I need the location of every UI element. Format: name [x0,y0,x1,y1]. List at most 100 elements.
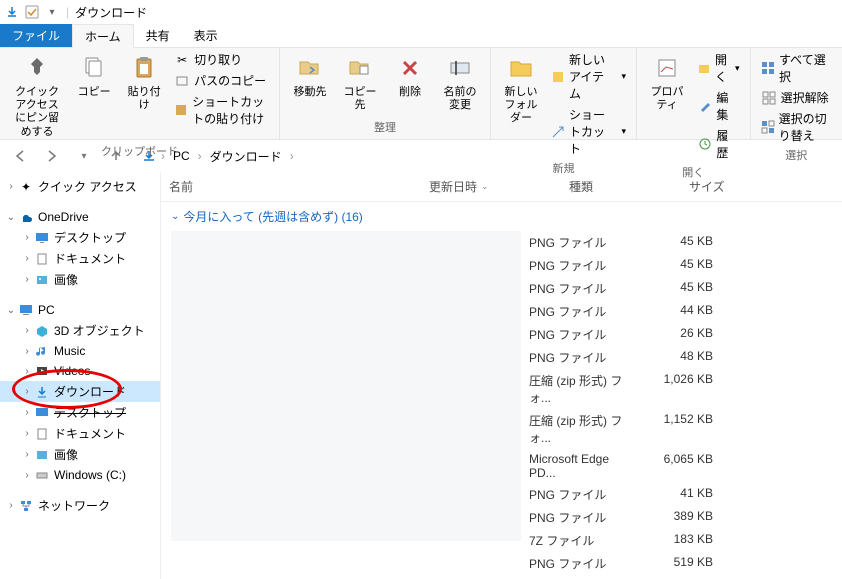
file-row[interactable]: PNG ファイル41 KB [521,483,842,506]
cell-size: 6,065 KB [641,451,721,481]
open-button[interactable]: 開く▾ [693,50,744,86]
tab-view[interactable]: 表示 [182,24,230,47]
col-size[interactable]: サイズ [681,172,761,201]
cell-type: PNG ファイル [521,508,641,527]
sort-desc-icon: ⌄ [481,181,489,192]
selectnone-button[interactable]: 選択解除 [757,88,836,107]
cell-size: 45 KB [641,256,721,275]
main: ›✦クイック アクセス ⌄OneDrive ›デスクトップ ›ドキュメント ›画… [0,172,842,579]
pictures-icon [34,447,50,463]
download-icon [34,384,50,400]
tree-pc[interactable]: ⌄PC [0,300,160,320]
edit-button[interactable]: 編集 [693,88,744,124]
copypath-icon [174,73,190,89]
file-row[interactable]: Microsoft Edge PD...6,065 KB [521,449,842,483]
pasteshortcut-icon [174,102,188,118]
nav-forward-button[interactable] [40,144,64,168]
cell-type: PNG ファイル [521,233,641,252]
crumb-sep[interactable]: › [288,149,296,163]
crumb-sep[interactable]: › [159,149,167,163]
crumb-pc[interactable]: PC [169,147,194,165]
cell-size: 48 KB [641,348,721,367]
col-name[interactable]: 名前 [161,172,421,201]
file-row[interactable]: 7Z ファイル183 KB [521,529,842,552]
file-row[interactable]: 圧縮 (zip 形式) フォ...1,026 KB [521,369,842,409]
tree-desktop2[interactable]: ›デスクトップ [0,402,160,423]
crumb-downloads[interactable]: ダウンロード [206,146,286,167]
cell-type: 圧縮 (zip 形式) フォ... [521,411,641,447]
cut-button[interactable]: ✂切り取り [170,50,273,69]
moveto-icon [294,52,326,84]
paste-button[interactable]: 貼り付け [120,50,168,114]
tree-music[interactable]: ›Music [0,341,160,361]
file-row[interactable]: PNG ファイル389 KB [521,506,842,529]
pin-to-quickaccess-button[interactable]: クイック アクセス にピン留めする [6,50,68,141]
tab-share[interactable]: 共有 [134,24,182,47]
newitem-icon [551,69,565,85]
cell-type: 圧縮 (zip 形式) フォ... [521,371,641,407]
newitem-button[interactable]: 新しいアイテム▾ [547,50,630,103]
delete-button[interactable]: 削除 [386,50,434,101]
rename-button[interactable]: 名前の 変更 [436,50,484,114]
tree-3dobjects[interactable]: ›3D オブジェクト [0,320,160,341]
cell-size: 519 KB [641,554,721,573]
cell-size: 183 KB [641,531,721,550]
ribbon-group-select: すべて選択 選択解除 選択の切り替え 選択 [751,48,842,139]
download-arrow-icon [4,4,20,20]
copy-button[interactable]: コピー [70,50,118,101]
breadcrumb[interactable]: › PC › ダウンロード › [136,143,834,170]
cell-type: 7Z ファイル [521,531,641,550]
file-row[interactable]: PNG ファイル44 KB [521,300,842,323]
nav-up-button[interactable] [104,144,128,168]
tree-cdrive[interactable]: ›Windows (C:) [0,465,160,485]
qat-dropdown-icon[interactable]: ▾ [44,4,60,20]
tab-home[interactable]: ホーム [72,24,134,48]
cell-type: PNG ファイル [521,256,641,275]
qat-checkbox-icon[interactable] [24,4,40,20]
properties-button[interactable]: プロパティ [643,50,691,114]
cell-type: PNG ファイル [521,302,641,321]
thumbnail-area [171,231,521,541]
nav-back-button[interactable] [8,144,32,168]
tab-file[interactable]: ファイル [0,24,72,47]
3dobjects-icon [34,323,50,339]
cell-size: 45 KB [641,233,721,252]
file-row[interactable]: PNG ファイル45 KB [521,277,842,300]
tree-pictures[interactable]: ›画像 [0,269,160,290]
selectall-button[interactable]: すべて選択 [757,50,836,86]
group-header[interactable]: ⌄ 今月に入って (先週は含めず) (16) [161,202,842,231]
col-type[interactable]: 種類 [561,172,681,201]
pasteshortcut-button[interactable]: ショートカットの貼り付け [170,92,273,128]
ribbon-group-new: 新しい フォルダー 新しいアイテム▾ ショートカット▾ 新規 [491,48,637,139]
cell-type: PNG ファイル [521,279,641,298]
file-row[interactable]: 圧縮 (zip 形式) フォ...7,967 KB [521,575,842,579]
invert-button[interactable]: 選択の切り替え [757,109,836,145]
file-row[interactable]: PNG ファイル519 KB [521,552,842,575]
file-row[interactable]: PNG ファイル48 KB [521,346,842,369]
file-row[interactable]: PNG ファイル45 KB [521,231,842,254]
copypath-button[interactable]: パスのコピー [170,71,273,90]
file-row[interactable]: PNG ファイル26 KB [521,323,842,346]
tree-pictures2[interactable]: ›画像 [0,444,160,465]
crumb-sep[interactable]: › [196,149,204,163]
tree-desktop[interactable]: ›デスクトップ [0,227,160,248]
tree-network[interactable]: ›ネットワーク [0,495,160,516]
tree-documents[interactable]: ›ドキュメント [0,248,160,269]
copyto-button[interactable]: コピー先 [336,50,384,114]
moveto-button[interactable]: 移動先 [286,50,334,101]
file-row[interactable]: 圧縮 (zip 形式) フォ...1,152 KB [521,409,842,449]
file-row[interactable]: PNG ファイル45 KB [521,254,842,277]
newfolder-button[interactable]: 新しい フォルダー [497,50,545,128]
properties-icon [651,52,683,84]
tree-onedrive[interactable]: ⌄OneDrive [0,207,160,227]
nav-recent-button[interactable]: ▾ [72,144,96,168]
title-divider: | [66,5,69,19]
addressbar: ▾ › PC › ダウンロード › [0,140,842,172]
tree-videos[interactable]: ›Videos [0,361,160,381]
tree-quickaccess[interactable]: ›✦クイック アクセス [0,176,160,197]
col-date[interactable]: 更新日時⌄ [421,172,561,201]
tree-documents2[interactable]: ›ドキュメント [0,423,160,444]
selectall-icon [761,60,775,76]
tree-downloads[interactable]: ›ダウンロード [0,381,160,402]
pin-icon [21,52,53,84]
